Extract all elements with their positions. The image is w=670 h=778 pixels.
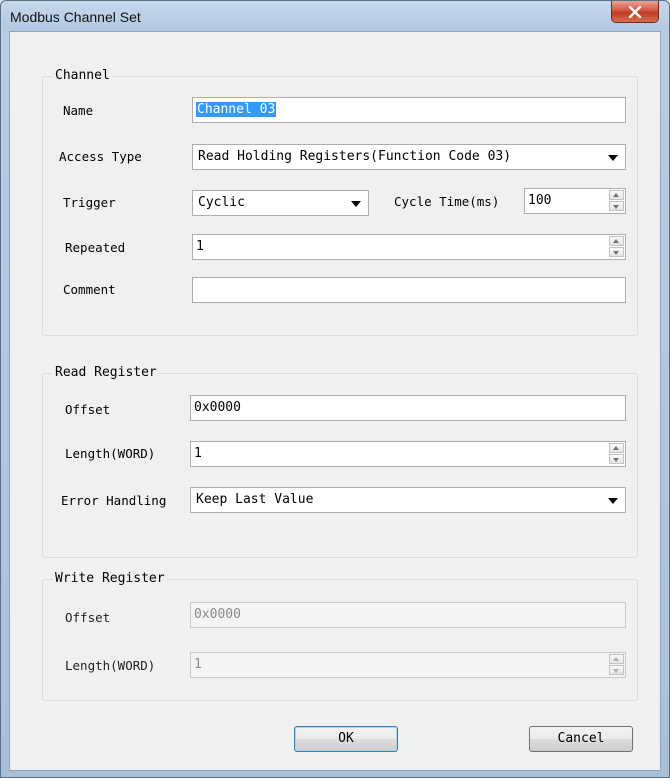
name-label: Name [63, 103, 94, 118]
write-register-group: Write Register Offset 0x0000 Length(WORD… [42, 571, 638, 701]
repeated-value: 1 [196, 239, 204, 254]
cycle-time-value: 100 [528, 193, 552, 208]
name-input[interactable]: Channel 03 [192, 97, 626, 123]
read-offset-input[interactable]: 0x0000 [190, 395, 626, 421]
write-offset-value: 0x0000 [194, 607, 241, 622]
error-handling-value: Keep Last Value [196, 492, 314, 507]
repeated-label: Repeated [65, 240, 126, 255]
spin-arrows-icon[interactable] [609, 236, 624, 258]
write-register-legend: Write Register [53, 571, 167, 586]
cancel-button[interactable]: Cancel [529, 726, 633, 752]
channel-group: Channel Name Channel 03 Access Type Read… [42, 68, 638, 336]
error-handling-select[interactable]: Keep Last Value [190, 487, 626, 513]
chevron-down-icon [351, 201, 361, 207]
read-offset-label: Offset [65, 402, 111, 417]
write-length-value: 1 [194, 657, 202, 672]
read-register-legend: Read Register [53, 365, 159, 380]
read-register-group: Read Register Offset 0x0000 Length(WORD)… [42, 365, 638, 558]
read-length-label: Length(WORD) [65, 446, 156, 461]
trigger-select[interactable]: Cyclic [192, 190, 369, 216]
write-length-label: Length(WORD) [65, 658, 156, 673]
cycle-time-spinner[interactable]: 100 [524, 188, 626, 214]
access-type-label: Access Type [59, 149, 142, 164]
dialog-window: Modbus Channel Set Channel Name Channel … [0, 0, 670, 778]
write-length-spinner: 1 [190, 652, 626, 678]
spin-arrows-icon [609, 654, 624, 676]
trigger-label: Trigger [63, 195, 116, 210]
channel-legend: Channel [53, 68, 112, 83]
chevron-down-icon [608, 155, 618, 161]
read-offset-value: 0x0000 [194, 400, 241, 415]
comment-label: Comment [63, 282, 116, 297]
repeated-spinner[interactable]: 1 [192, 234, 626, 260]
spin-arrows-icon[interactable] [609, 190, 624, 212]
read-length-spinner[interactable]: 1 [190, 441, 626, 467]
spin-arrows-icon[interactable] [609, 443, 624, 465]
trigger-value: Cyclic [198, 195, 245, 210]
close-button[interactable] [611, 1, 659, 23]
write-offset-input: 0x0000 [190, 602, 626, 628]
close-icon [628, 5, 642, 18]
name-value: Channel 03 [196, 102, 277, 117]
read-length-value: 1 [194, 446, 202, 461]
cycle-time-label: Cycle Time(ms) [394, 194, 500, 209]
title-bar[interactable]: Modbus Channel Set [1, 1, 669, 31]
ok-button[interactable]: OK [294, 726, 398, 752]
error-handling-label: Error Handling [61, 493, 167, 508]
window-title: Modbus Channel Set [10, 9, 141, 25]
access-type-value: Read Holding Registers(Function Code 03) [198, 149, 512, 164]
chevron-down-icon [608, 498, 618, 504]
comment-input[interactable] [192, 277, 626, 303]
write-offset-label: Offset [65, 610, 111, 625]
access-type-select[interactable]: Read Holding Registers(Function Code 03) [192, 144, 626, 170]
dialog-content: Channel Name Channel 03 Access Type Read… [9, 31, 661, 771]
